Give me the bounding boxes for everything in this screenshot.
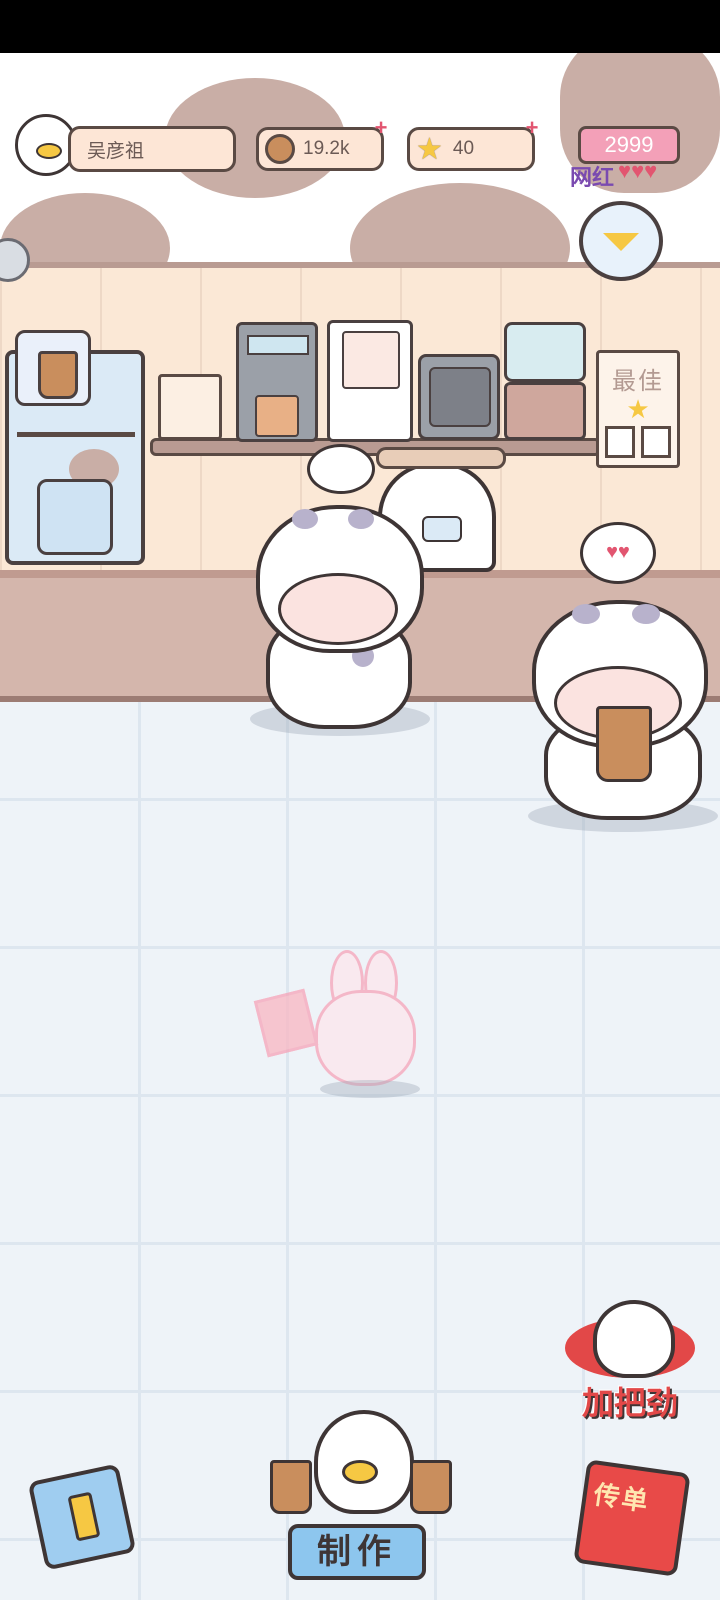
guide-book-button[interactable] <box>27 1463 138 1572</box>
flyers-button[interactable]: 传单 <box>570 1459 694 1578</box>
ice-box <box>504 382 586 440</box>
popularity-label: 网红 <box>570 165 615 190</box>
add-currency-button[interactable]: + <box>372 117 390 139</box>
thought-bubble <box>307 444 375 494</box>
player-name: 吴彦祖 <box>87 140 145 162</box>
cheer-label: 加把劲 <box>581 1385 678 1421</box>
status-bar <box>0 0 720 53</box>
ice-cream-machine <box>327 320 413 442</box>
currency-panel[interactable]: 19.2k <box>256 127 384 171</box>
tea-dispenser <box>418 354 500 440</box>
best-board-label: 最佳 <box>612 368 664 395</box>
upgrade-drink-icon[interactable] <box>15 330 91 406</box>
measuring-cup <box>158 374 222 440</box>
menu-toggle-button[interactable] <box>579 201 663 281</box>
guide-book-icon <box>27 1463 137 1571</box>
coffee-machine <box>236 322 318 442</box>
best-board[interactable]: 最佳 ★ <box>596 350 680 468</box>
make-label: 制作 <box>317 1533 397 1571</box>
make-button[interactable]: 制作 <box>288 1524 426 1580</box>
cow-customer-1[interactable] <box>252 495 424 729</box>
bunny-flyer-ghost[interactable] <box>253 950 420 1100</box>
progress-bar <box>376 447 506 469</box>
chevron-down-icon <box>603 233 639 251</box>
popularity-panel[interactable]: 2999 网红 ♥♥♥ <box>570 122 680 190</box>
star-icon: ★ <box>416 132 443 166</box>
duck-chef-icon <box>342 1460 378 1484</box>
stars-panel[interactable]: ★ 40 <box>407 127 535 171</box>
bunny-shadow <box>320 1080 420 1098</box>
player-name-panel[interactable]: 吴彦祖 <box>68 126 236 172</box>
bubble-tea-cup <box>596 706 652 782</box>
heart-icons: ♥♥♥ <box>618 158 658 183</box>
cow-customer-2[interactable] <box>528 592 708 822</box>
add-stars-button[interactable]: + <box>523 117 541 139</box>
currency-amount: 19.2k <box>303 138 350 159</box>
flyer-box-icon <box>573 1459 691 1577</box>
flyers-label: 传单 <box>591 1479 652 1517</box>
bubble-tea-coin-icon <box>265 134 295 164</box>
stars-amount: 40 <box>452 138 475 159</box>
duck-avatar-icon <box>36 143 62 159</box>
water-tank <box>504 322 586 382</box>
heart-speech-bubble: ♥♥ <box>580 522 656 584</box>
cheer-button[interactable]: 加把劲 <box>565 1300 695 1421</box>
star-icon: ★ <box>626 394 650 424</box>
